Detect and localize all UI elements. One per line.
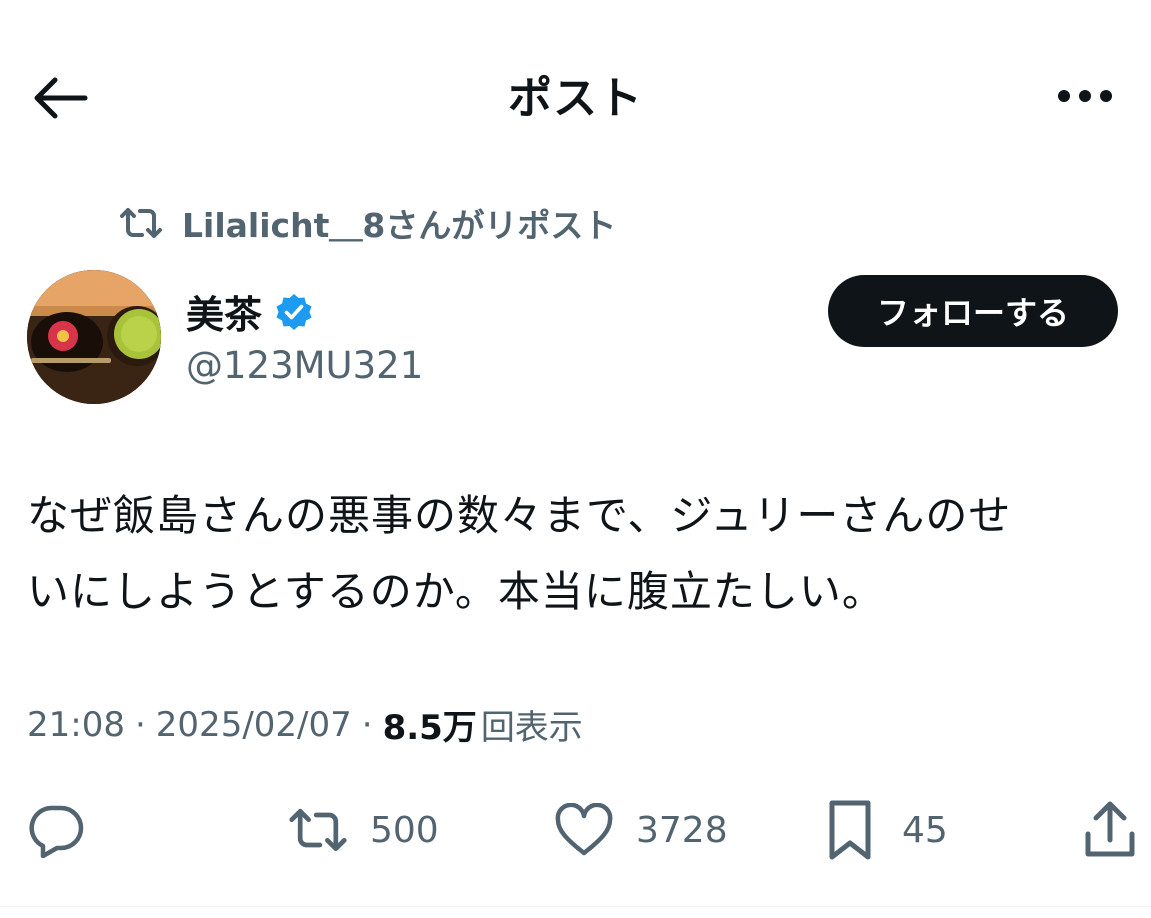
author-handle[interactable]: @123MU321 bbox=[186, 344, 423, 387]
repost-icon bbox=[288, 800, 348, 860]
post-text-line-2: いにしようとするのか。本当に腹立たしい。 bbox=[27, 567, 885, 616]
verified-badge-icon[interactable] bbox=[274, 292, 314, 332]
share-button[interactable] bbox=[1080, 790, 1140, 870]
bookmark-button[interactable]: 45 bbox=[820, 790, 948, 870]
views-count[interactable]: 8.5万 bbox=[383, 700, 477, 749]
views-label: 回表示 bbox=[480, 708, 583, 748]
like-button[interactable]: 3728 bbox=[554, 790, 728, 870]
more-horizontal-icon bbox=[1058, 90, 1112, 102]
bookmark-count: 45 bbox=[902, 809, 948, 851]
bookmark-icon bbox=[820, 800, 880, 860]
post-text-line-1: なぜ飯島さんの悪事の数々まで、ジュリーさんのせ bbox=[27, 491, 1012, 540]
page-title: ポスト bbox=[508, 73, 643, 124]
reply-icon bbox=[26, 800, 86, 860]
like-count: 3728 bbox=[636, 809, 728, 851]
repost-count: 500 bbox=[370, 809, 439, 851]
share-icon bbox=[1080, 800, 1140, 860]
post-date[interactable]: 2025/02/07 bbox=[156, 705, 352, 745]
avatar[interactable] bbox=[27, 270, 161, 404]
divider bbox=[0, 906, 1151, 907]
post-time[interactable]: 21:08 bbox=[27, 705, 125, 745]
more-options-button[interactable] bbox=[1050, 76, 1120, 116]
reply-button[interactable] bbox=[26, 790, 86, 870]
post-detail-page: ポスト Lilalicht＿8さんがリポスト 美茶 @123MU321 フォロー… bbox=[0, 0, 1151, 918]
heart-icon bbox=[554, 800, 614, 860]
author-name-row[interactable]: 美茶 bbox=[186, 284, 314, 339]
repost-button[interactable]: 500 bbox=[288, 790, 439, 870]
meta-separator: · bbox=[134, 704, 146, 745]
repost-text: Lilalicht＿8さんがリポスト bbox=[182, 206, 617, 245]
follow-button[interactable]: フォローする bbox=[828, 275, 1118, 347]
action-bar: 500 3728 45 bbox=[0, 790, 1151, 870]
post-text: なぜ飯島さんの悪事の数々まで、ジュリーさんのせ いにしようとするのか。本当に腹立… bbox=[27, 478, 1127, 630]
post-meta: 21:08 · 2025/02/07 · 8.5万 回表示 bbox=[27, 700, 583, 749]
repost-indicator[interactable]: Lilalicht＿8さんがリポスト bbox=[118, 198, 616, 248]
top-bar: ポスト bbox=[0, 0, 1151, 190]
repost-icon bbox=[118, 203, 168, 243]
avatar-image bbox=[27, 270, 161, 404]
author-display-name: 美茶 bbox=[186, 293, 263, 337]
meta-separator: · bbox=[361, 704, 373, 745]
